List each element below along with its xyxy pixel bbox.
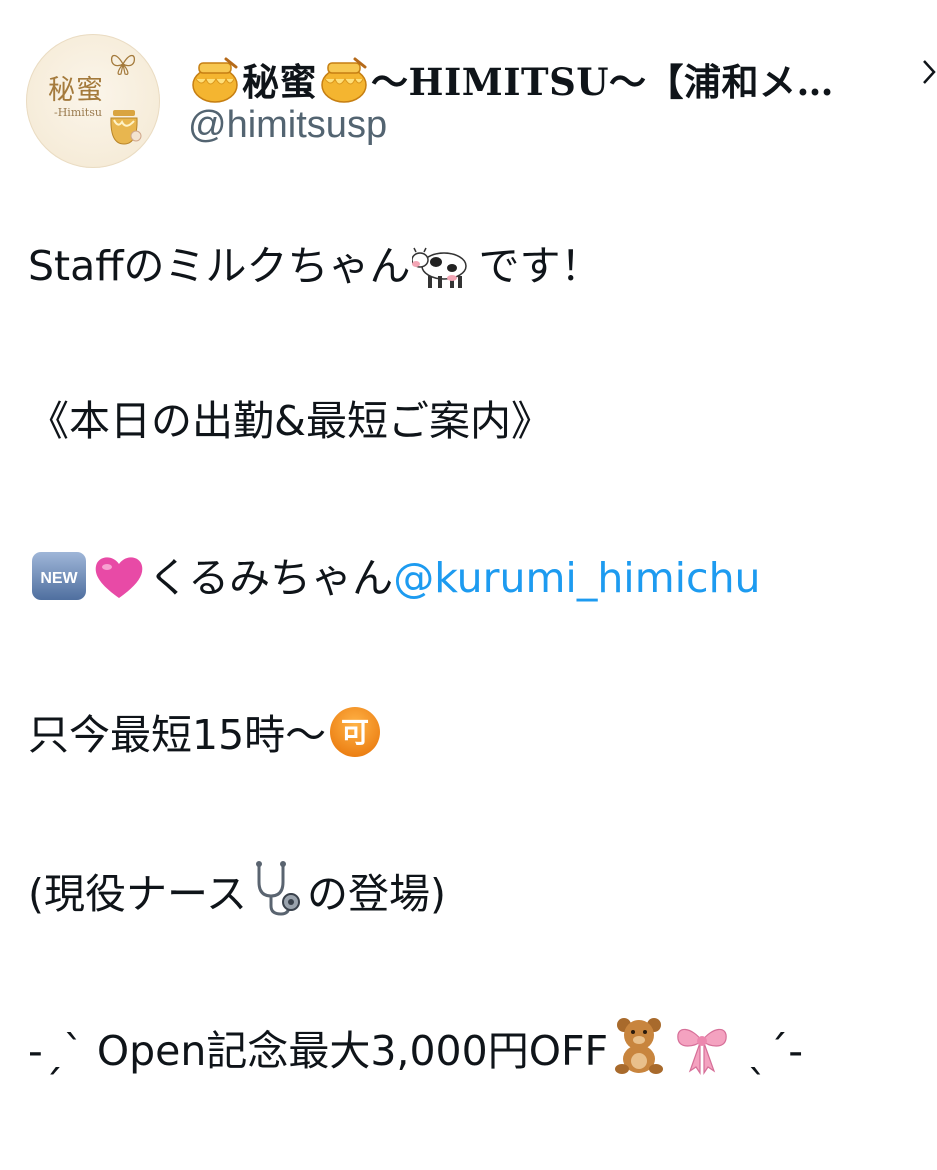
tweet-text: 《本日の出勤&最短ご案内》 — [28, 397, 552, 445]
ribbon-icon — [672, 1019, 732, 1087]
tweet-text: (現役ナース — [28, 870, 247, 918]
tweet-text: 只今最短15時〜 — [28, 711, 327, 759]
stethoscope-icon — [249, 860, 305, 930]
chevron-right-icon[interactable] — [922, 58, 936, 93]
tweet-text: -ˏˋ Open記念最大3,000円OFF — [28, 1027, 609, 1075]
tweet-line-staff: Staffのミルクちゃん です！ — [28, 240, 928, 292]
tweet-line-heading: 《本日の出勤&最短ご案内》 — [28, 395, 928, 447]
honey-jar-icon — [110, 110, 142, 145]
teddy-bear-icon — [610, 1015, 668, 1087]
mention-link[interactable]: @kurumi_himichu — [393, 554, 760, 602]
tweet-text: です！ — [478, 242, 602, 290]
tweet-line-open: -ˏˋ Open記念最大3,000円OFF ˎˊ- — [28, 1015, 928, 1075]
tweet-body: Staffのミルクちゃん です！ 《本日の出勤&最短ご案内》 NEW くるみちゃ… — [28, 240, 928, 1170]
tweet-line-kurumi: NEW くるみちゃん@kurumi_himichu — [28, 550, 928, 602]
svg-text:可: 可 — [341, 716, 369, 749]
pink-heart-icon — [92, 552, 146, 614]
display-name-part2: 〜HIMITSU〜【浦和メ… — [371, 60, 835, 104]
tweet-line-time: 只今最短15時〜 可 — [28, 705, 928, 759]
tweet-text: くるみちゃん — [148, 554, 394, 602]
display-name[interactable]: 秘蜜 〜HIMITSU〜【浦和メ… — [188, 52, 834, 112]
tweet-text: ˎˊ- — [734, 1027, 803, 1075]
tweet-line-nurse: (現役ナース の登場) — [28, 860, 928, 918]
avatar-brand-text: 秘蜜 — [48, 75, 104, 106]
svg-text:NEW: NEW — [40, 570, 78, 587]
avatar-sub-text: -Himitsu — [54, 106, 102, 119]
tweet-text: の登場) — [306, 870, 446, 918]
new-button-icon: NEW — [30, 550, 88, 614]
tweet-header: 秘蜜 -Himitsu 秘蜜 〜HIMITSU〜【浦和メ… @himitsusp — [0, 0, 937, 180]
tweet-text: Staffのミルクちゃん — [28, 242, 411, 290]
butterfly-icon — [110, 54, 136, 75]
avatar[interactable]: 秘蜜 -Himitsu — [26, 34, 160, 168]
display-name-part1: 秘蜜 — [242, 60, 317, 104]
japanese-acceptable-button-icon: 可 — [328, 705, 382, 771]
cow-icon — [411, 240, 476, 302]
user-handle[interactable]: @himitsusp — [188, 104, 387, 147]
